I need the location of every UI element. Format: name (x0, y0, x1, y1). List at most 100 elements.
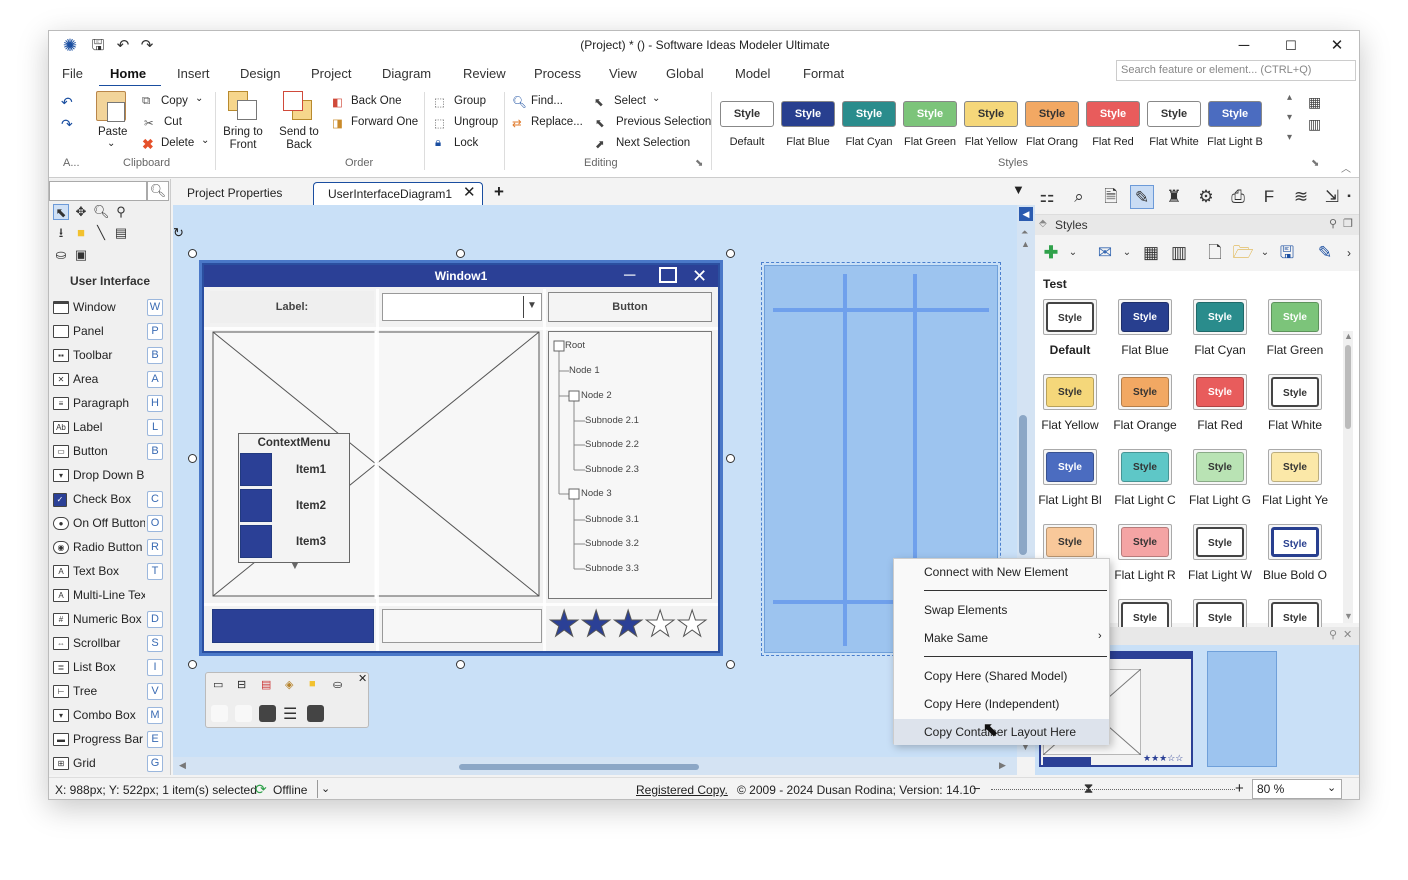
find-button[interactable]: Find... (531, 95, 563, 107)
menu-item-copy-independent[interactable]: Copy Here (Independent) (894, 691, 1109, 717)
menu-review[interactable]: Review (463, 66, 506, 81)
menu-item-copy-shared[interactable]: Copy Here (Shared Model) (894, 663, 1109, 689)
close-icon[interactable]: ✕ (1327, 36, 1347, 56)
menu-insert[interactable]: Insert (177, 66, 210, 81)
selection-handle[interactable] (456, 249, 465, 258)
toolbox-item[interactable]: ⊞ Grid G (51, 753, 167, 775)
stamp-tool-icon[interactable]: ⛀ (53, 247, 69, 263)
toolbox-item[interactable]: ▾ Combo Box M (51, 705, 167, 727)
paste-dropdown-icon[interactable]: ⌄ (107, 138, 115, 149)
printer-icon[interactable]: ⎙ (1226, 185, 1250, 209)
style-preset-tile[interactable]: Style (1043, 524, 1097, 560)
previous-selection-button[interactable]: Previous Selection (616, 116, 711, 128)
style-preset-button[interactable]: Style (903, 101, 957, 127)
selection-handle[interactable] (726, 249, 735, 258)
pointer-tool-icon[interactable]: ⬉ (53, 204, 69, 220)
style-manager-icon[interactable]: ▦ (1308, 94, 1321, 111)
select-button[interactable]: Select (614, 95, 646, 107)
menu-diagram[interactable]: Diagram (382, 66, 431, 81)
maximize-icon[interactable]: ☐ (1281, 36, 1301, 56)
text-tool-icon[interactable]: ▤ (113, 225, 129, 241)
close-icon[interactable]: ✕ (1343, 628, 1352, 641)
document-icon[interactable]: 🗎 (1099, 185, 1123, 209)
style-preset-button[interactable]: Style (781, 101, 835, 127)
tab-list-dropdown-icon[interactable]: ▼ (1012, 182, 1025, 197)
scroll-down-icon[interactable]: ▼ (1344, 611, 1353, 621)
toolbox-item[interactable]: ▭ Button B (51, 441, 167, 463)
style-preset-tile[interactable]: Style (1193, 449, 1247, 485)
scroll-top-icon[interactable]: ⏶ (1021, 227, 1028, 238)
rotate-handle-icon[interactable]: ↻ (173, 225, 184, 241)
menu-project[interactable]: Project (311, 66, 351, 81)
replace-button[interactable]: Replace... (531, 116, 583, 128)
color-swatch-white[interactable] (211, 705, 228, 722)
toolbar-icon[interactable]: ▭ (213, 678, 223, 691)
close-icon[interactable]: ✕ (358, 672, 367, 685)
pan-tool-icon[interactable]: ✥ (73, 204, 89, 220)
new-tab-icon[interactable]: + (494, 182, 504, 202)
restore-icon[interactable]: ❐ (1343, 217, 1353, 230)
ungroup-button[interactable]: Ungroup (454, 116, 498, 128)
selection-handle[interactable] (726, 660, 735, 669)
stamp-icon[interactable]: ⛀ (333, 678, 342, 691)
group-button[interactable]: Group (454, 95, 486, 107)
next-selection-button[interactable]: Next Selection (616, 137, 690, 149)
close-tab-icon[interactable]: ✕ (463, 183, 476, 201)
copy-dropdown-icon[interactable]: ⌄ (195, 93, 203, 104)
zoom-in-icon[interactable]: + (1235, 780, 1244, 797)
cut-button[interactable]: Cut (164, 116, 182, 128)
toolbox-item[interactable]: # Numeric Box D (51, 609, 167, 631)
chevron-right-icon[interactable]: › (1337, 241, 1359, 265)
menu-file[interactable]: File (62, 66, 83, 81)
bring-to-front-button[interactable]: Bring to Front (223, 126, 263, 152)
style-preset-button[interactable]: Style (842, 101, 896, 127)
zoom-select[interactable]: 80 % ⌄ (1252, 779, 1342, 799)
status-connection[interactable]: Offline (273, 783, 307, 797)
style-preset-tile[interactable]: Style (1118, 374, 1172, 410)
toolbox-item[interactable]: Ab Label L (51, 417, 167, 439)
style-preset-tile[interactable]: Style (1268, 524, 1322, 560)
drag-handle-icon[interactable]: ⬘ (1039, 218, 1047, 229)
style-preset-tile[interactable]: Style (1043, 449, 1097, 485)
menu-design[interactable]: Design (240, 66, 280, 81)
style-preset-tile[interactable]: Style (1268, 374, 1322, 410)
gallery-more-icon[interactable]: ▾ (1287, 132, 1292, 143)
bring-to-front-icon[interactable] (228, 91, 258, 121)
menu-model[interactable]: Model (735, 66, 770, 81)
mail-icon[interactable]: ✉ (1093, 241, 1117, 265)
color-swatch-white[interactable] (235, 705, 252, 722)
style-preset-tile[interactable]: Style (1193, 374, 1247, 410)
style-preset-button[interactable]: Style (1147, 101, 1201, 127)
selection-handle[interactable] (188, 660, 197, 669)
toolbox-item[interactable]: ▬ Progress Bar E (51, 729, 167, 751)
menu-global[interactable]: Global (666, 66, 704, 81)
style-preset-tile[interactable]: Style (1118, 299, 1172, 335)
send-to-back-icon[interactable] (283, 91, 313, 121)
add-style-icon[interactable]: ✚ (1039, 241, 1063, 265)
vertical-scrollbar-thumb[interactable] (1019, 415, 1027, 555)
selection-handle[interactable] (726, 454, 735, 463)
sync-icon[interactable]: ⟳ (255, 781, 267, 798)
gear-icon[interactable]: ⚙ (1194, 185, 1218, 209)
toolbox-item[interactable]: ✓ Check Box C (51, 489, 167, 511)
menu-home[interactable]: Home (110, 66, 146, 81)
window-icon[interactable]: ▤ (261, 678, 271, 691)
line-tool-icon[interactable]: ╲ (93, 225, 109, 241)
scroll-up-icon[interactable]: ▲ (1344, 331, 1353, 341)
search-icon[interactable]: 🔍︎ (147, 181, 169, 201)
folder-icon[interactable]: ■ (309, 678, 316, 690)
style-preset-tile[interactable]: Style (1193, 524, 1247, 560)
toolbox-item[interactable]: Panel P (51, 321, 167, 343)
toolbox-item[interactable]: Window W (51, 297, 167, 319)
tab-project-properties[interactable]: Project Properties (173, 182, 296, 205)
delete-button[interactable]: Delete (161, 137, 194, 149)
color-swatch-dark[interactable] (307, 705, 324, 722)
dialog-launcher-icon[interactable]: ⬊ (1311, 158, 1319, 169)
scroll-right-icon[interactable]: ▶ (999, 760, 1006, 771)
open-folder-icon[interactable]: 🗁 (1231, 241, 1255, 265)
select-dropdown-icon[interactable]: ⌄ (652, 93, 660, 104)
pin-icon[interactable]: ⚲ (1329, 628, 1337, 641)
insert-tool-icon[interactable]: ⭳ (53, 225, 69, 241)
registered-link[interactable]: Registered Copy. (636, 783, 728, 797)
line-style-icon[interactable]: ☰ (283, 704, 297, 724)
